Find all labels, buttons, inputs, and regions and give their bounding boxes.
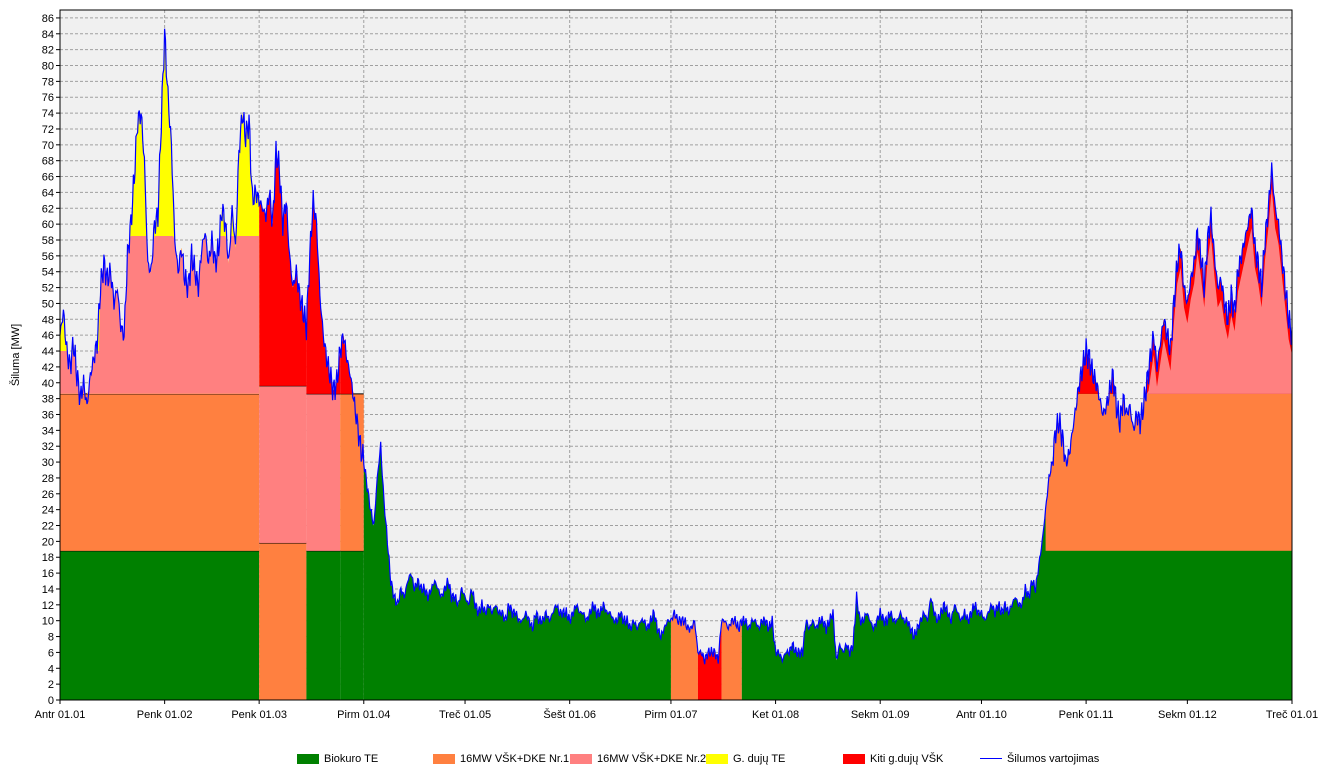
y-tick-label: 34	[42, 425, 54, 437]
x-tick-label: Sekm 01.12	[1158, 709, 1217, 721]
area-vsk2	[259, 385, 307, 543]
y-tick-label: 42	[42, 362, 54, 374]
area-vsk1	[721, 620, 742, 700]
y-tick-label: 8	[48, 632, 54, 644]
x-tick-label: Treč 01.05	[439, 709, 491, 721]
area-vsk1	[259, 542, 307, 700]
x-tick-label: Šešt 01.06	[543, 708, 596, 721]
x-tick-label: Antr 01.10	[956, 709, 1007, 721]
y-tick-label: 62	[42, 203, 54, 215]
y-tick-label: 44	[42, 346, 54, 358]
y-tick-label: 36	[42, 409, 54, 421]
x-tick-label: Pirm 01.07	[644, 709, 697, 721]
y-tick-label: 16	[42, 568, 54, 580]
y-tick-label: 14	[42, 584, 54, 596]
legend-label: Šilumos vartojimas	[1007, 753, 1100, 765]
y-tick-label: 50	[42, 298, 54, 310]
legend-swatch-gduju	[706, 754, 728, 764]
legend-label: G. dujų TE	[733, 753, 786, 765]
x-tick-label: Antr 01.01	[35, 709, 86, 721]
y-tick-label: 82	[42, 45, 54, 57]
x-tick-label: Penk 01.03	[231, 709, 287, 721]
y-tick-label: 48	[42, 314, 54, 326]
area-vsk1	[340, 393, 364, 551]
y-tick-label: 20	[42, 536, 54, 548]
y-tick-label: 58	[42, 235, 54, 247]
y-tick-label: 54	[42, 267, 54, 279]
legend-swatch-vsk2	[570, 754, 592, 764]
chart: 0246810121416182022242628303234363840424…	[9, 9, 1318, 721]
y-tick-label: 18	[42, 552, 54, 564]
y-tick-label: 32	[42, 441, 54, 453]
y-tick-label: 78	[42, 76, 54, 88]
legend-label: Kiti g.dujų VŠK	[870, 753, 944, 765]
y-tick-label: 2	[48, 679, 54, 691]
y-tick-label: 22	[42, 521, 54, 533]
y-tick-label: 84	[42, 29, 54, 41]
y-tick-label: 56	[42, 251, 54, 263]
y-tick-label: 0	[48, 695, 54, 707]
y-tick-label: 38	[42, 394, 54, 406]
y-tick-label: 72	[42, 124, 54, 136]
y-tick-label: 70	[42, 140, 54, 152]
y-tick-label: 80	[42, 61, 54, 73]
y-tick-label: 28	[42, 473, 54, 485]
area-vsk1	[670, 612, 698, 700]
legend-swatch-vartojimas	[980, 758, 1002, 759]
x-tick-label: Pirm 01.04	[337, 709, 390, 721]
area-vsk1	[1045, 393, 1292, 551]
y-tick-label: 76	[42, 92, 54, 104]
y-tick-label: 52	[42, 283, 54, 295]
legend-label: 16MW VŠK+DKE Nr.2	[597, 753, 707, 765]
area-biokuro	[306, 550, 341, 700]
y-tick-label: 60	[42, 219, 54, 231]
y-tick-label: 66	[42, 172, 54, 184]
area-biokuro	[60, 550, 260, 700]
legend-swatch-vsk1	[433, 754, 455, 764]
y-tick-label: 4	[48, 663, 54, 675]
y-tick-label: 12	[42, 600, 54, 612]
legend-swatch-kiti	[843, 754, 865, 764]
legend-label: Biokuro TE	[324, 753, 379, 765]
y-tick-label: 6	[48, 647, 54, 659]
y-tick-label: 24	[42, 505, 54, 517]
y-axis-label: Šiluma [MW]	[9, 324, 22, 386]
y-tick-label: 30	[42, 457, 54, 469]
x-tick-label: Ket 01.08	[752, 709, 799, 721]
x-axis: Antr 01.01 Penk 01.02 Penk 01.03 Pirm 01.04…	[35, 700, 1318, 721]
area-biokuro	[340, 550, 364, 700]
y-tick-label: 46	[42, 330, 54, 342]
x-tick-label: Penk 01.02	[137, 709, 193, 721]
y-axis: 0246810121416182022242628303234363840424…	[42, 13, 60, 707]
y-tick-label: 74	[42, 108, 54, 120]
y-tick-label: 68	[42, 156, 54, 168]
y-tick-label: 26	[42, 489, 54, 501]
area-biokuro	[1045, 550, 1292, 700]
y-tick-label: 64	[42, 187, 54, 199]
y-tick-label: 40	[42, 378, 54, 390]
x-tick-label: Penk 01.11	[1059, 709, 1114, 721]
legend-label: 16MW VŠK+DKE Nr.1	[460, 753, 570, 765]
x-tick-label: Treč 01.01	[1266, 709, 1318, 721]
y-tick-label: 86	[42, 13, 54, 25]
legend-swatch-biokuro	[297, 754, 319, 764]
x-tick-label: Sekm 01.09	[851, 709, 910, 721]
y-tick-label: 10	[42, 616, 54, 628]
area-vsk1	[60, 393, 260, 551]
area-vsk2	[306, 393, 341, 551]
